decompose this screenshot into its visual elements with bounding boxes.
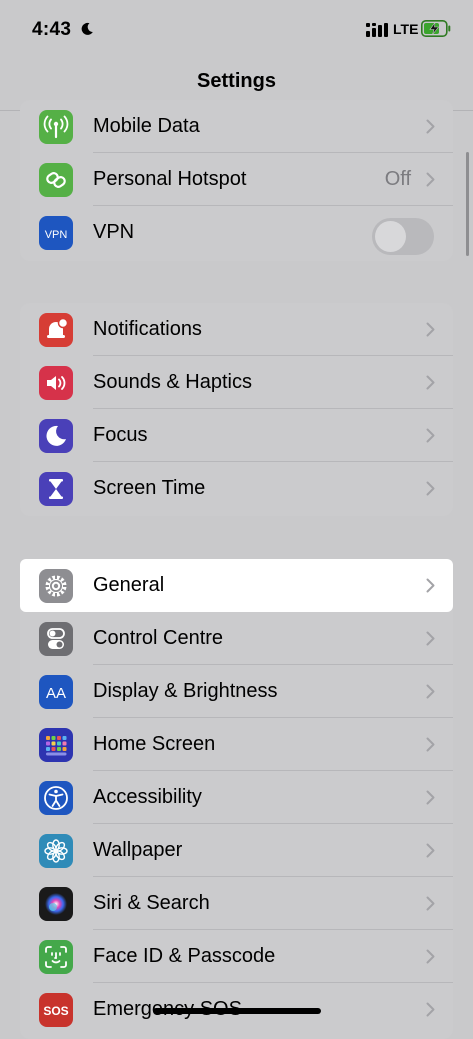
settings-row-display[interactable]: AA Display & Brightness [20, 665, 453, 718]
row-label: Accessibility [93, 786, 202, 808]
antenna-icon [39, 110, 73, 144]
signal-strength-icon [366, 23, 388, 37]
status-bar: 4:43 LTE [0, 0, 473, 60]
chevron-right-icon [426, 684, 435, 699]
settings-row-control-centre[interactable]: Control Centre [20, 612, 453, 665]
row-label: VPN [93, 221, 135, 243]
app-grid-icon [39, 728, 73, 762]
row-label: Personal Hotspot [93, 168, 247, 190]
text-size-icon-text: AA [46, 685, 66, 702]
general-group: Control Centre AA Display & Brightness H… [20, 559, 453, 1039]
home-indicator[interactable] [153, 1008, 321, 1014]
toggle-knob [375, 221, 406, 252]
row-label: Focus [93, 424, 148, 446]
settings-row-wallpaper[interactable]: Wallpaper [20, 824, 453, 877]
connectivity-group: Mobile Data Personal Hotspot Off VPN VPN [20, 100, 453, 261]
chevron-right-icon [426, 896, 435, 911]
chevron-right-icon [426, 172, 435, 187]
row-label: Sounds & Haptics [93, 371, 252, 393]
settings-row-siri[interactable]: Siri & Search [20, 877, 453, 930]
chevron-right-icon [426, 375, 435, 390]
row-label: Wallpaper [93, 839, 183, 861]
row-label: General [93, 574, 165, 596]
chevron-right-icon [426, 322, 435, 337]
text-size-icon: AA [39, 675, 73, 709]
face-id-icon [39, 940, 73, 974]
chevron-right-icon [426, 631, 435, 646]
chevron-right-icon [426, 481, 435, 496]
row-label: Mobile Data [93, 115, 200, 137]
flower-icon [39, 834, 73, 868]
sos-icon: SOS [39, 993, 73, 1027]
settings-row-accessibility[interactable]: Accessibility [20, 771, 453, 824]
notifications-group: Notifications Sounds & Haptics Focus Scr… [20, 303, 453, 516]
battery-charging-icon [421, 20, 451, 37]
settings-row-general[interactable]: General [20, 559, 453, 612]
chevron-right-icon [426, 1002, 435, 1017]
row-label: Siri & Search [93, 892, 210, 914]
settings-row-focus[interactable]: Focus [20, 409, 453, 462]
speaker-icon [39, 366, 73, 400]
chevron-right-icon [426, 737, 435, 752]
row-label: Screen Time [93, 477, 206, 499]
settings-row-sounds[interactable]: Sounds & Haptics [20, 356, 453, 409]
vpn-icon-text: VPN [45, 229, 68, 241]
siri-icon [39, 887, 73, 921]
settings-row-notifications[interactable]: Notifications [20, 303, 453, 356]
accessibility-icon [39, 781, 73, 815]
status-time: 4:43 [32, 19, 72, 40]
bell-icon [39, 313, 73, 347]
moon-icon [39, 419, 73, 453]
chevron-right-icon [426, 428, 435, 443]
hourglass-icon [39, 472, 73, 506]
chevron-right-icon [426, 843, 435, 858]
chevron-right-icon [426, 949, 435, 964]
scrollbar[interactable] [466, 152, 469, 256]
hotspot-status: Off [384, 168, 411, 190]
settings-row-mobile-data[interactable]: Mobile Data [20, 100, 453, 153]
settings-row-personal-hotspot[interactable]: Personal Hotspot Off [20, 153, 453, 206]
page-title: Settings [197, 70, 276, 92]
row-label: Notifications [93, 318, 202, 340]
chevron-right-icon [426, 119, 435, 134]
vpn-icon: VPN [39, 216, 73, 250]
row-label: Face ID & Passcode [93, 945, 276, 967]
vpn-toggle[interactable] [372, 218, 434, 255]
focus-moon-icon [81, 22, 93, 35]
chevron-right-icon [426, 790, 435, 805]
settings-row-home-screen[interactable]: Home Screen [20, 718, 453, 771]
row-label: Display & Brightness [93, 680, 278, 702]
chevron-right-icon [426, 578, 435, 593]
settings-row-vpn[interactable]: VPN VPN [20, 206, 453, 259]
toggles-icon [39, 622, 73, 656]
link-icon [39, 163, 73, 197]
row-label: Home Screen [93, 733, 216, 755]
gear-icon [39, 569, 73, 603]
network-type: LTE [393, 21, 419, 37]
settings-row-face-id[interactable]: Face ID & Passcode [20, 930, 453, 983]
row-label: Control Centre [93, 627, 224, 649]
settings-row-screen-time[interactable]: Screen Time [20, 462, 453, 515]
sos-icon-text: SOS [43, 1004, 68, 1018]
